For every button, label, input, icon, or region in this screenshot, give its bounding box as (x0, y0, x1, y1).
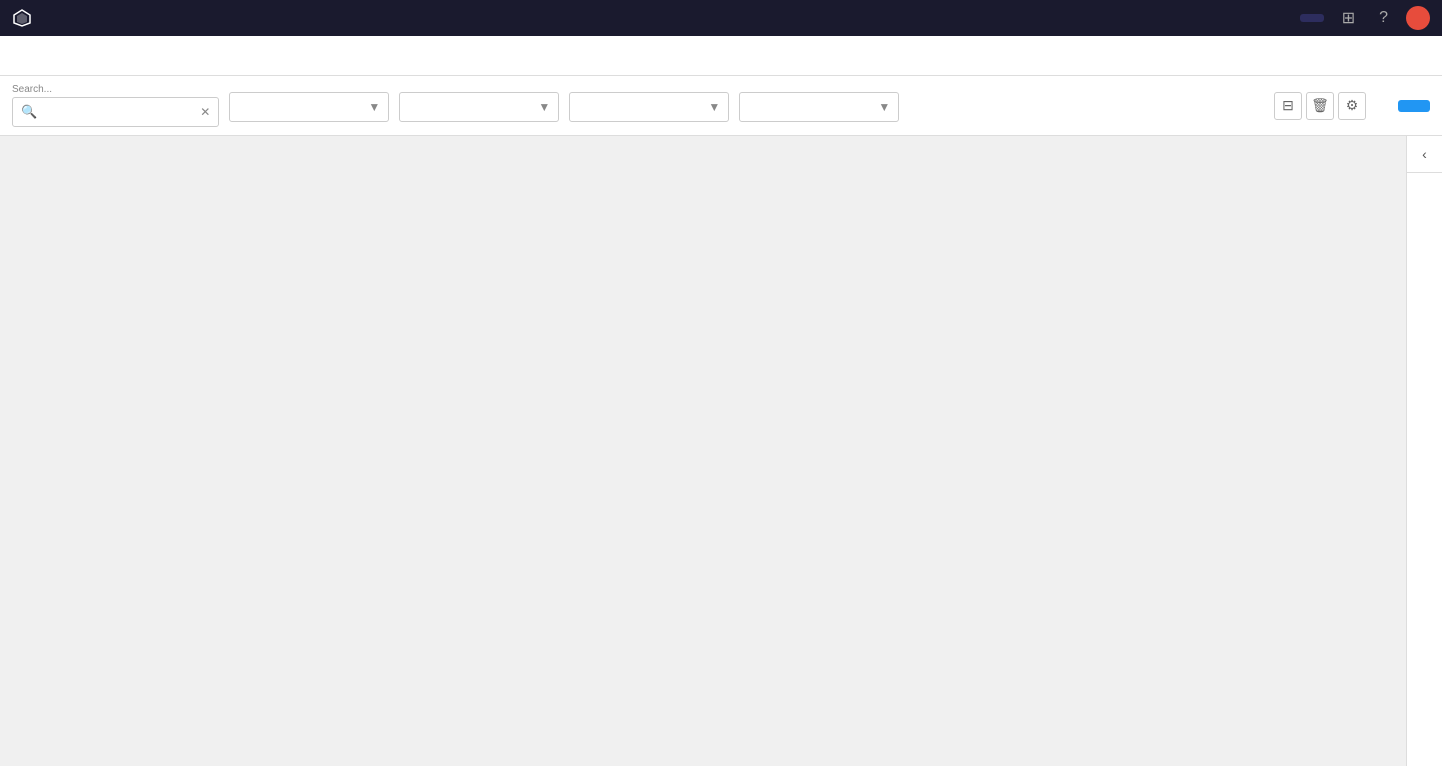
search-input[interactable] (41, 105, 196, 119)
search-group: Search... 🔍 ✕ (12, 84, 219, 127)
search-label: Search... (12, 84, 219, 95)
country-chevron-icon: ▼ (708, 100, 720, 114)
side-panel: ‹ (1406, 136, 1442, 766)
kanban-board (0, 136, 1406, 766)
grid-view-button[interactable]: ⊟ (1274, 92, 1302, 120)
instance-button[interactable] (1300, 14, 1324, 22)
business-initiative-select[interactable]: ▼ (399, 92, 559, 122)
country-group: ▼ (569, 90, 729, 122)
avatar[interactable] (1406, 6, 1430, 30)
app-logo (12, 8, 38, 28)
board-container: ‹ (0, 136, 1442, 766)
dataiku-logo-icon (12, 8, 32, 28)
view-icons: ⊟ 🗑 ⚙ (1274, 92, 1366, 120)
second-nav (0, 36, 1442, 76)
business-initiative-chevron-icon: ▼ (538, 100, 550, 114)
sponsor-chevron-icon: ▼ (878, 100, 890, 114)
clear-search-icon[interactable]: ✕ (200, 105, 210, 119)
template-chevron-icon: ▼ (368, 100, 380, 114)
help-icon-button[interactable]: ? (1373, 7, 1394, 29)
template-select[interactable]: ▼ (229, 92, 389, 122)
filter-bar: Search... 🔍 ✕ ▼ ▼ ▼ ▼ (0, 76, 1442, 136)
side-panel-back-button[interactable]: ‹ (1407, 136, 1442, 173)
search-icon: 🔍 (21, 104, 37, 120)
filter-view-button[interactable]: ⚙ (1338, 92, 1366, 120)
top-nav: ⊞ ? (0, 0, 1442, 36)
country-select[interactable]: ▼ (569, 92, 729, 122)
create-button[interactable] (1398, 100, 1430, 112)
sponsor-select[interactable]: ▼ (739, 92, 899, 122)
business-initiative-group: ▼ (399, 90, 559, 122)
template-group: ▼ (229, 90, 389, 122)
search-input-wrap[interactable]: 🔍 ✕ (12, 97, 219, 127)
list-view-button[interactable]: 🗑 (1306, 92, 1334, 120)
grid-icon-button[interactable]: ⊞ (1336, 6, 1361, 30)
sponsor-group: ▼ (739, 90, 899, 122)
